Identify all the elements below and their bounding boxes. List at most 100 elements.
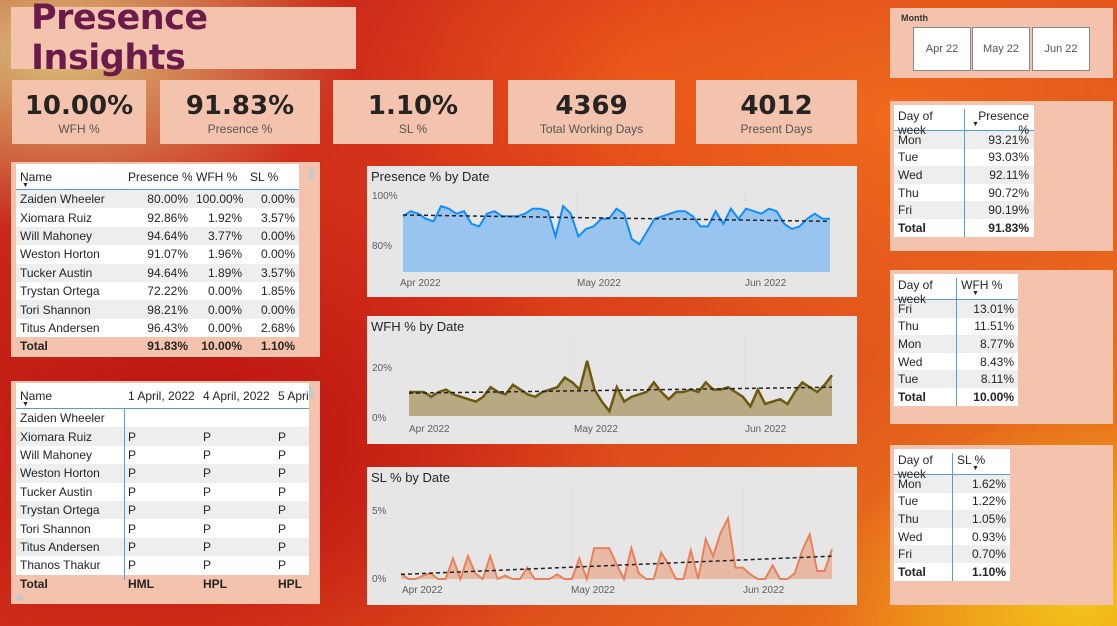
- table-row[interactable]: Wed 8.43%: [894, 352, 1018, 371]
- table-row[interactable]: Xiomara Ruiz P P P: [16, 427, 309, 446]
- table-row[interactable]: Mon 93.21%: [894, 131, 1034, 149]
- column-header-date-3[interactable]: 5 April: [274, 389, 309, 403]
- table-row[interactable]: Tucker Austin P P P: [16, 482, 309, 501]
- table-header: Name Presence % WFH % SL %: [16, 164, 299, 190]
- vertical-scrollbar[interactable]: [309, 168, 314, 180]
- cell-value: 13.01%: [973, 301, 1014, 316]
- column-header-value[interactable]: WFH %: [957, 278, 1018, 299]
- title-box: Presence Insights: [11, 0, 356, 78]
- total-label: Total: [894, 387, 958, 406]
- table-row[interactable]: Wed 92.11%: [894, 166, 1034, 184]
- cell-date-2: P: [203, 447, 212, 462]
- kpi-card-working-days: 4369 Total Working Days: [508, 80, 675, 144]
- table-row[interactable]: Xiomara Ruiz 92.86% 1.92% 3.57%: [16, 208, 299, 227]
- cell-day: Mon: [894, 335, 958, 353]
- table-row[interactable]: Weston Horton P P P: [16, 464, 309, 483]
- cell-name: Zaiden Wheeler: [20, 192, 105, 207]
- table-row[interactable]: Titus Andersen 96.43% 0.00% 2.68%: [16, 318, 299, 338]
- table-row[interactable]: Tori Shannon 98.21% 0.00% 0.00%: [16, 300, 299, 319]
- table-row[interactable]: Thanos Thakur P P P: [16, 556, 309, 575]
- month-option-may[interactable]: May 22: [972, 27, 1030, 71]
- total-presence: 91.83%: [147, 339, 188, 354]
- table-row[interactable]: Wed 0.93%: [894, 527, 1010, 546]
- column-header-day[interactable]: Day of week: [894, 278, 958, 306]
- table-row[interactable]: Zaiden Wheeler: [16, 409, 309, 428]
- column-header-sl[interactable]: SL %: [246, 170, 299, 184]
- cell-sl: 0.00%: [260, 302, 295, 317]
- wfh-chart-svg[interactable]: 20% 0% Apr 2022 May 2022 Jun 2022: [367, 316, 857, 444]
- table-row[interactable]: Tori Shannon P P P: [16, 519, 309, 538]
- table-header: Day of week Presence %: [894, 105, 1034, 137]
- cell-day: Wed: [894, 527, 954, 546]
- column-header-wfh[interactable]: WFH %: [192, 170, 246, 184]
- cell-name: Tucker Austin: [20, 265, 93, 280]
- cell-value: 90.72%: [988, 185, 1029, 200]
- table-row[interactable]: Tue 93.03%: [894, 148, 1034, 167]
- table-row[interactable]: Zaiden Wheeler 80.00% 100.00% 0.00%: [16, 190, 299, 209]
- column-header-name[interactable]: Name: [16, 170, 124, 184]
- table-row[interactable]: Weston Horton 91.07% 1.96% 0.00%: [16, 245, 299, 264]
- presence-by-dow-panel: Day of week Presence % ▼ Mon 93.21% Tue 93.03%…: [890, 101, 1113, 251]
- table-row[interactable]: Trystan Ortega 72.22% 0.00% 1.85%: [16, 281, 299, 301]
- cell-wfh: 1.96%: [207, 247, 242, 262]
- cell-sl: 2.68%: [260, 320, 295, 335]
- table-header: Day of week SL %: [894, 449, 1010, 481]
- cell-date-2: P: [203, 466, 212, 481]
- column-header-value[interactable]: SL %: [953, 453, 1010, 474]
- table-row[interactable]: Trystan Ortega P P P: [16, 500, 309, 520]
- cell-date-3: P: [278, 539, 287, 554]
- cell-value: 8.43%: [979, 354, 1014, 369]
- horizontal-scrollbar[interactable]: [16, 595, 24, 600]
- column-header-day[interactable]: Day of week: [894, 453, 953, 481]
- kpi-label: Present Days: [740, 122, 813, 136]
- table-row[interactable]: Tucker Austin 94.64% 1.89% 3.57%: [16, 263, 299, 282]
- month-option-apr[interactable]: Apr 22: [913, 27, 971, 71]
- cell-value: 93.21%: [988, 132, 1029, 147]
- table-row[interactable]: Fri 13.01%: [894, 300, 1018, 318]
- table-row[interactable]: Mon 8.77%: [894, 335, 1018, 353]
- attendance-table: Name 1 April, 2022 4 April, 2022 5 April…: [16, 383, 309, 593]
- table-total-row: Total 1.10%: [894, 562, 1010, 581]
- x-tick-label: May 2022: [574, 424, 618, 435]
- cell-name: Zaiden Wheeler: [20, 411, 105, 426]
- sl-chart-svg[interactable]: 5% 0% Apr 2022 May 2022 Jun 2022: [367, 467, 857, 605]
- table-row[interactable]: Thu 90.72%: [894, 183, 1034, 202]
- presence-chart-svg[interactable]: 100% 80% Apr 2022 May 2022 Jun 2022: [367, 166, 857, 297]
- column-header-presence[interactable]: Presence %: [124, 170, 192, 184]
- column-header-date-1[interactable]: 1 April, 2022: [124, 389, 199, 403]
- x-tick-label: May 2022: [571, 585, 615, 596]
- cell-date-1: P: [128, 539, 137, 554]
- total-label: Total: [894, 562, 954, 581]
- cell-presence: 98.21%: [147, 302, 188, 317]
- x-tick-label: Jun 2022: [745, 278, 787, 289]
- cell-day: Thu: [894, 510, 954, 528]
- column-header-name[interactable]: Name: [16, 389, 124, 403]
- table-row[interactable]: Fri 0.70%: [894, 545, 1010, 563]
- cell-day: Mon: [894, 131, 965, 149]
- table-row[interactable]: Tue 1.22%: [894, 492, 1010, 511]
- attendance-table-panel: Name 1 April, 2022 4 April, 2022 5 April…: [11, 381, 320, 604]
- cell-wfh: 0.00%: [207, 302, 242, 317]
- vertical-scrollbar[interactable]: [309, 387, 314, 399]
- cell-name: Weston Horton: [20, 247, 100, 262]
- cell-date-1: P: [128, 447, 137, 462]
- month-option-jun[interactable]: Jun 22: [1032, 27, 1090, 71]
- table-row[interactable]: Thu 11.51%: [894, 317, 1018, 336]
- table-row[interactable]: Will Mahoney 94.64% 3.77% 0.00%: [16, 226, 299, 246]
- table-row[interactable]: Fri 90.19%: [894, 201, 1034, 219]
- table-row[interactable]: Mon 1.62%: [894, 475, 1010, 493]
- table-header: Day of week WFH %: [894, 274, 1018, 306]
- column-header-date-2[interactable]: 4 April, 2022: [199, 389, 274, 403]
- cell-value: 1.22%: [971, 494, 1006, 509]
- cell-value: 11.51%: [974, 319, 1014, 334]
- column-header-day[interactable]: Day of week: [894, 109, 965, 137]
- x-tick-label: Jun 2022: [745, 424, 787, 435]
- table-row[interactable]: Tue 8.11%: [894, 370, 1018, 388]
- table-row[interactable]: Thu 1.05%: [894, 510, 1010, 528]
- table-total-row: Total 91.83% 10.00% 1.10%: [16, 337, 299, 356]
- table-row[interactable]: Will Mahoney P P P: [16, 445, 309, 465]
- table-row[interactable]: Titus Andersen P P P: [16, 537, 309, 557]
- sort-arrow-icon: ▼: [972, 465, 979, 472]
- cell-presence: 80.00%: [147, 192, 188, 207]
- cell-name: Will Mahoney: [20, 228, 93, 243]
